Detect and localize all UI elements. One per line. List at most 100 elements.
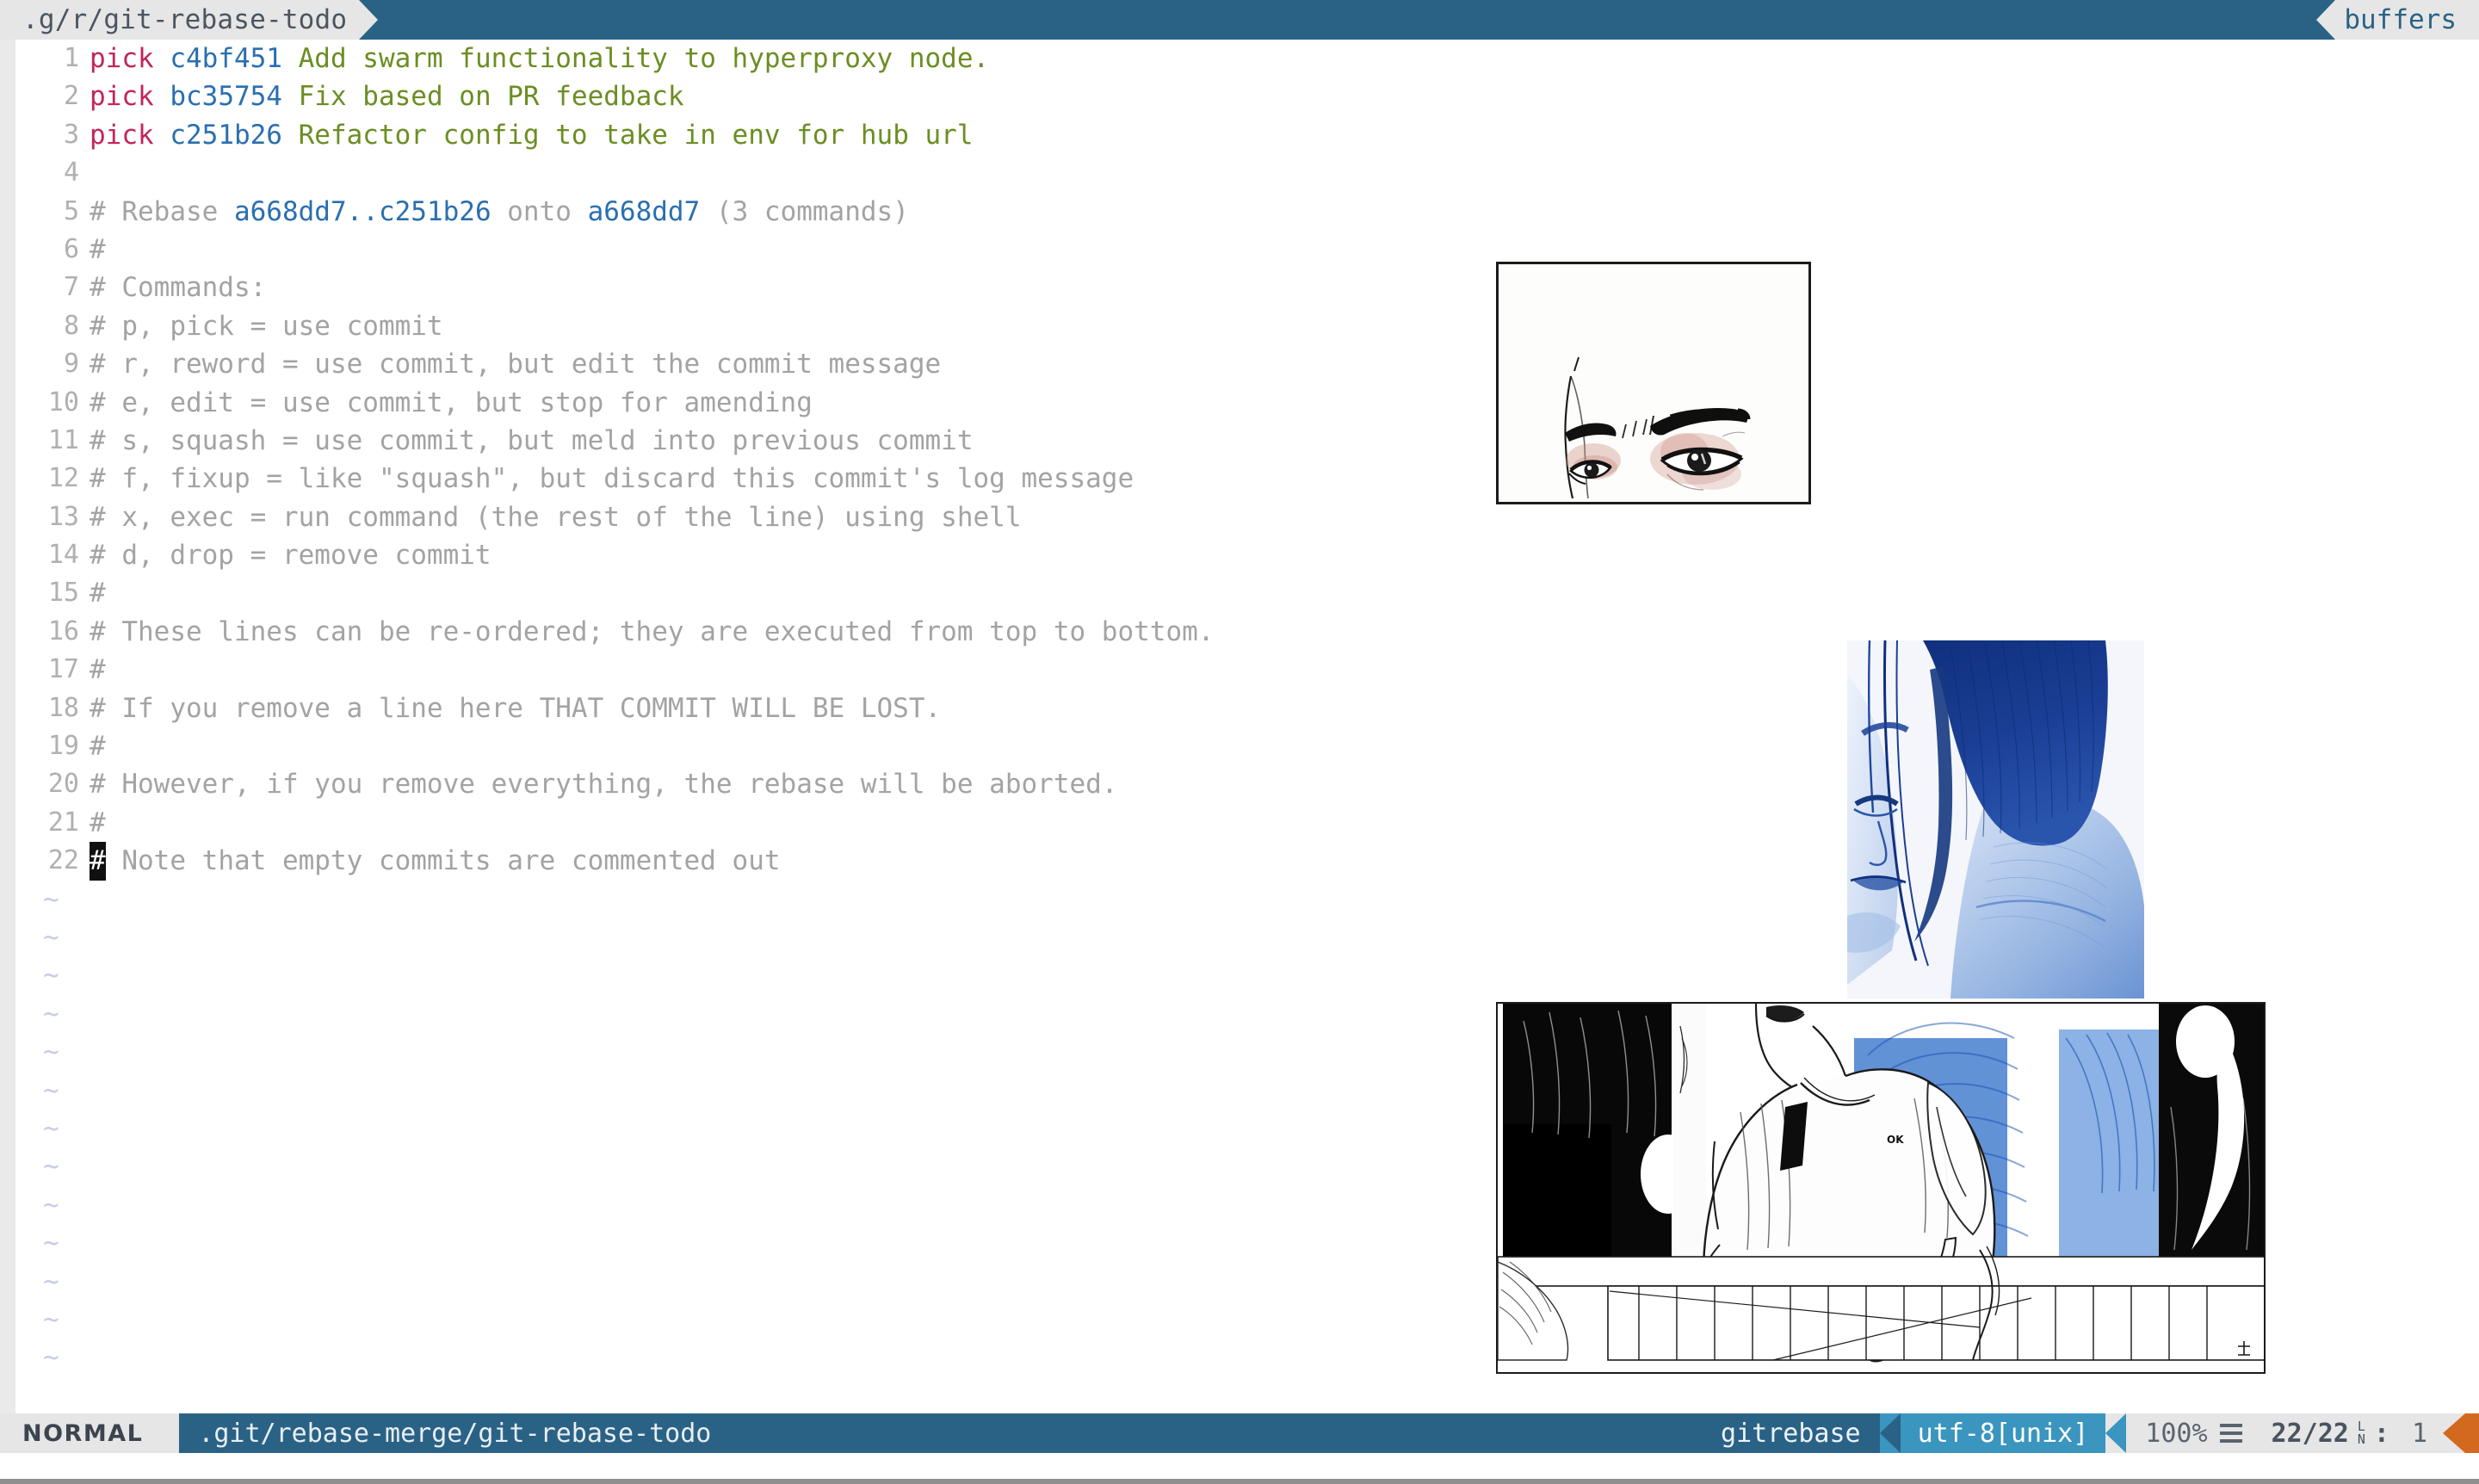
line-number: 8	[63, 310, 79, 341]
status-position: 22/22 L N :	[2257, 1413, 2403, 1453]
text-token: #	[90, 233, 106, 265]
buffer-line[interactable]: 15 #	[0, 574, 2479, 612]
buffer-line[interactable]: 3 pick c251b26 Refactor config to take in…	[0, 116, 2479, 154]
buffer-line[interactable]: 14 # d, drop = remove commit	[0, 536, 2479, 574]
status-filetype: gitrebase	[1702, 1413, 1880, 1453]
tab-git-rebase-todo[interactable]: .g/r/git-rebase-todo	[0, 0, 360, 40]
buffer-line[interactable]: 6 #	[0, 231, 2479, 269]
text-token: a668dd7..c251b26	[233, 195, 491, 227]
line-text: pick bc35754 Fix based on PR feedback	[90, 77, 684, 115]
line-number: 22	[47, 845, 79, 876]
text-token: # e, edit = use commit, but stop for ame…	[90, 386, 813, 418]
line-text: # If you remove a line here THAT COMMIT …	[90, 689, 941, 727]
blue-portrait-image	[1847, 640, 2144, 999]
line-text: # Note that empty commits are commented …	[90, 842, 781, 881]
blue-portrait-svg	[1847, 640, 2144, 999]
eyes-sketch-svg	[1499, 264, 1808, 502]
buffer-line[interactable]: 4	[0, 154, 2479, 192]
text-token: Add swarm functionality to hyperproxy no…	[298, 43, 990, 74]
line-number: 15	[47, 578, 79, 609]
manga-panel-svg: OK	[1498, 1004, 2264, 1372]
status-percent: 100%	[2126, 1413, 2258, 1453]
text-token: pick	[90, 119, 170, 151]
line-number: 7	[63, 272, 79, 303]
text-token: # These lines can be re-ordered; they ar…	[90, 615, 1215, 647]
line-text: #	[90, 804, 106, 842]
line-text: # These lines can be re-ordered; they ar…	[90, 613, 1214, 651]
line-text: # p, pick = use commit	[90, 307, 443, 345]
buffer-line[interactable]: 9 # r, reword = use commit, but edit the …	[0, 345, 2479, 383]
tab-buffers-label: buffers	[2344, 4, 2457, 35]
line-text: # However, if you remove everything, the…	[90, 765, 1117, 803]
line-number: 16	[47, 615, 79, 646]
text-token: pick	[90, 43, 170, 74]
line-number: 5	[63, 195, 79, 226]
text-token: # Rebase	[90, 195, 234, 227]
line-icon-bottom: N	[2357, 1431, 2365, 1447]
editor-area[interactable]: 1 pick c4bf451 Add swarm functionality to…	[0, 40, 2479, 1413]
status-position-label: 22/22	[2271, 1418, 2349, 1449]
text-cursor: #	[90, 842, 106, 881]
status-orange-end	[2465, 1413, 2479, 1453]
buffer-line[interactable]: 5 # Rebase a668dd7..c251b26 onto a668dd7 …	[0, 193, 2479, 231]
line-text: #	[90, 231, 106, 269]
status-arrow-orange-icon	[2443, 1413, 2465, 1453]
tab-separator-left-icon	[2316, 0, 2336, 40]
tab-buffers[interactable]: buffers	[2335, 0, 2479, 40]
text-token: #	[90, 654, 106, 686]
status-mode-label: NORMAL	[22, 1419, 144, 1447]
tabline-spacer	[378, 0, 2316, 40]
status-mode: NORMAL	[0, 1413, 159, 1453]
scroll-indicator-icon	[2219, 1424, 2242, 1443]
line-number: 17	[47, 654, 79, 685]
eyes-sketch-image	[1496, 262, 1811, 504]
line-number: 18	[47, 692, 79, 723]
buffer-line[interactable]: 7 # Commands:	[0, 269, 2479, 306]
buffer-line[interactable]: 8 # p, pick = use commit	[0, 307, 2479, 345]
text-token: c4bf451	[170, 43, 299, 74]
status-column: 1	[2402, 1413, 2443, 1453]
line-text: # x, exec = run command (the rest of the…	[90, 498, 1022, 536]
text-token: # Commands:	[90, 272, 267, 304]
line-text: # f, fixup = like "squash", but discard …	[90, 460, 1134, 498]
status-filepath: .git/rebase-merge/git-rebase-todo	[179, 1413, 1703, 1453]
text-token: bc35754	[170, 81, 299, 113]
buffer-line[interactable]: 2 pick bc35754 Fix based on PR feedback	[0, 77, 2479, 115]
text-token: # If you remove a line here THAT COMMIT …	[90, 692, 942, 724]
status-encoding-label: utf-8[unix]	[1917, 1418, 2089, 1449]
buffer-line[interactable]: 10 # e, edit = use commit, but stop for a…	[0, 384, 2479, 422]
line-number: 10	[47, 386, 79, 417]
line-number: 6	[63, 233, 79, 264]
text-token: # f, fixup = like "squash", but discard …	[90, 463, 1134, 495]
text-token: Refactor config to take in env for hub u…	[298, 119, 974, 151]
line-number-icon: L N	[2358, 1420, 2365, 1446]
line-number: 19	[47, 731, 79, 762]
text-token: #	[90, 578, 106, 609]
manga-panel-image: OK	[1496, 1002, 2266, 1374]
bottom-scrollbar[interactable]	[0, 1479, 2479, 1484]
line-number: 2	[63, 81, 79, 112]
text-token: Fix based on PR feedback	[298, 81, 684, 113]
tabline: .g/r/git-rebase-todo buffers	[0, 0, 2479, 40]
line-text: pick c4bf451 Add swarm functionality to …	[90, 40, 989, 77]
line-number: 12	[47, 463, 79, 494]
line-number: 20	[47, 769, 79, 800]
buffer-line[interactable]: 13 # x, exec = run command (the rest of t…	[0, 498, 2479, 536]
status-arrow-filetype-icon	[1879, 1413, 1901, 1453]
text-token: c251b26	[170, 119, 299, 151]
text-token: #	[90, 807, 106, 838]
line-text: # d, drop = remove commit	[90, 536, 491, 574]
buffer-line[interactable]: 1 pick c4bf451 Add swarm functionality to…	[0, 40, 2479, 77]
status-colon: :	[2373, 1418, 2389, 1449]
status-column-label: 1	[2411, 1418, 2427, 1449]
buffer-line[interactable]: 12 # f, fixup = like "squash", but discar…	[0, 460, 2479, 498]
line-text: # r, reword = use commit, but edit the c…	[90, 345, 941, 383]
line-text: # Commands:	[90, 269, 266, 306]
line-text: # Rebase a668dd7..c251b26 onto a668dd7 (…	[90, 193, 909, 231]
text-token: onto	[491, 195, 588, 227]
buffer-line[interactable]: 11 # s, squash = use commit, but meld int…	[0, 422, 2479, 460]
text-token: # r, reword = use commit, but edit the c…	[90, 349, 942, 380]
status-percent-label: 100%	[2145, 1418, 2208, 1449]
command-line[interactable]: "~/foss/hyperproxy/.git/rebase-merge/git…	[0, 1453, 2479, 1484]
status-filepath-label: .git/rebase-merge/git-rebase-todo	[198, 1418, 712, 1449]
